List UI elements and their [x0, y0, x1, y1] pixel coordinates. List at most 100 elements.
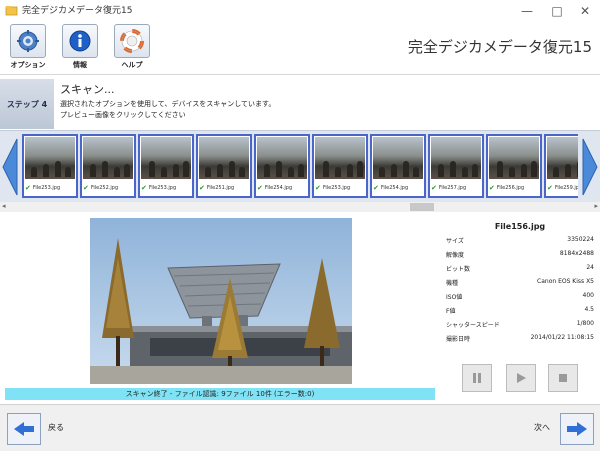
- app-title: 完全デジカメデータ復元15: [407, 38, 592, 56]
- horizontal-scrollbar[interactable]: ◂ ▸: [0, 202, 600, 212]
- scroll-right-icon[interactable]: ▸: [594, 202, 598, 210]
- property-value: 1/800: [576, 320, 594, 327]
- scroll-left-icon[interactable]: ◂: [2, 202, 6, 210]
- window-title: 完全デジカメデータ復元15: [22, 6, 133, 16]
- thumbnail-caption: ✔ File251.jpg: [199, 181, 249, 195]
- maximize-button[interactable]: □: [542, 0, 572, 22]
- thumbnail-item[interactable]: ✔ File254.jpg: [370, 134, 426, 198]
- property-key: サイズ: [446, 238, 464, 245]
- thumbnail-figure: [90, 164, 96, 177]
- thumbnail-figure: [553, 167, 559, 177]
- thumbnail-list: ✔ File253.jpg ✔ File252.jpg ✔ File253.jpg ✔ Fil…: [22, 134, 578, 200]
- thumbnail-item[interactable]: ✔File259.jpg: [544, 134, 578, 198]
- check-icon[interactable]: ✔: [25, 184, 31, 192]
- stop-icon: [559, 374, 567, 382]
- property-key: 解像度: [446, 252, 465, 259]
- check-icon[interactable]: ✔: [141, 184, 147, 192]
- step-badge: ステップ 4: [0, 79, 54, 129]
- thumbnail-item[interactable]: ✔ File253.jpg: [312, 134, 368, 198]
- thumbnail-filename: File253.jpg: [322, 185, 351, 191]
- thumbnail-figure: [205, 167, 211, 177]
- preview-image[interactable]: [90, 218, 352, 384]
- thumbnail-figure: [229, 161, 235, 177]
- scrollbar-thumb[interactable]: [410, 203, 434, 211]
- options-button[interactable]: オプション: [6, 24, 50, 72]
- property-key: ISO値: [446, 294, 463, 301]
- play-button[interactable]: [506, 364, 536, 392]
- thumbnail-filename: File254.jpg: [264, 185, 293, 191]
- thumbnail-figure: [114, 167, 120, 177]
- thumbnail-caption: ✔ File254.jpg: [373, 181, 423, 195]
- thumbnail-strip: ✔ File253.jpg ✔ File252.jpg ✔ File253.jpg ✔ Fil…: [0, 130, 600, 204]
- help-label: ヘルプ: [121, 61, 143, 69]
- file-name: File156.jpg: [494, 222, 546, 231]
- thumbnail-figure: [357, 161, 363, 177]
- info-button[interactable]: 情報: [58, 24, 102, 72]
- check-icon[interactable]: ✔: [199, 184, 205, 192]
- toolbar: オプション 情報 ヘルプ 完全デジカメデータ復元15: [0, 22, 600, 74]
- thumbnail-image: [373, 137, 423, 179]
- thumbnail-caption: ✔ File257.jpg: [431, 181, 481, 195]
- gear-icon: [10, 24, 46, 58]
- thumbnail-item[interactable]: ✔ File253.jpg: [138, 134, 194, 198]
- thumbnail-item[interactable]: ✔ File257.jpg: [428, 134, 484, 198]
- next-button[interactable]: [560, 413, 594, 445]
- title-bar: 完全デジカメデータ復元15 — □ ✕: [0, 0, 600, 23]
- minimize-button[interactable]: —: [512, 0, 542, 22]
- thumbnail-item[interactable]: ✔ File251.jpg: [196, 134, 252, 198]
- help-button[interactable]: ヘルプ: [110, 24, 154, 72]
- thumbnail-figure: [288, 167, 294, 177]
- thumbnail-figure: [497, 161, 503, 177]
- lifebuoy-icon: [114, 24, 150, 58]
- property-row: 機種 Canon EOS Kiss X5: [446, 278, 594, 292]
- thumbnail-figure: [102, 161, 108, 177]
- pause-button[interactable]: [462, 364, 492, 392]
- scroll-left-arrow-icon[interactable]: [2, 137, 18, 197]
- check-icon[interactable]: ✔: [431, 184, 437, 192]
- thumbnail-figure: [509, 167, 515, 177]
- check-icon[interactable]: ✔: [373, 184, 379, 192]
- preview-panel: スキャン終了 - ファイル認識: 9ファイル 10件 (エラー数:0) File…: [0, 212, 600, 404]
- check-icon[interactable]: ✔: [257, 184, 263, 192]
- property-row: ビット数 24: [446, 264, 594, 278]
- back-button[interactable]: [7, 413, 41, 445]
- thumbnail-filename: File259.jpg: [554, 185, 578, 191]
- check-icon[interactable]: ✔: [83, 184, 89, 192]
- thumbnail-figure: [323, 161, 329, 177]
- thumbnail-image: [547, 137, 578, 179]
- property-row: 撮影日時 2014/01/22 11:08:15: [446, 334, 594, 348]
- property-value: 24: [586, 264, 594, 271]
- thumbnail-caption: ✔ File256.jpg: [489, 181, 539, 195]
- thumbnail-figure: [298, 164, 304, 177]
- close-button[interactable]: ✕: [570, 0, 600, 22]
- property-value: 4.5: [584, 306, 594, 313]
- property-key: シャッタースピード: [446, 322, 500, 329]
- check-icon[interactable]: ✔: [547, 184, 553, 192]
- thumbnail-image: [25, 137, 75, 179]
- scan-status-bar: スキャン終了 - ファイル認識: 9ファイル 10件 (エラー数:0): [5, 388, 435, 400]
- property-key: 撮影日時: [446, 336, 471, 343]
- check-icon[interactable]: ✔: [489, 184, 495, 192]
- thumbnail-figure: [413, 167, 419, 177]
- thumbnail-filename: File253.jpg: [32, 185, 61, 191]
- thumbnail-item[interactable]: ✔ File252.jpg: [80, 134, 136, 198]
- thumbnail-figure: [472, 164, 478, 177]
- thumbnail-item[interactable]: ✔ File256.jpg: [486, 134, 542, 198]
- info-label: 情報: [73, 61, 87, 69]
- thumbnail-figure: [217, 164, 223, 177]
- thumbnail-item[interactable]: ✔ File254.jpg: [254, 134, 310, 198]
- thumbnail-figure: [391, 164, 397, 177]
- stop-button[interactable]: [548, 364, 578, 392]
- thumbnail-image: [83, 137, 133, 179]
- thumbnail-item[interactable]: ✔ File253.jpg: [22, 134, 78, 198]
- property-key: ビット数: [446, 266, 471, 273]
- thumbnail-figure: [31, 167, 37, 177]
- thumbnail-figure: [65, 167, 71, 177]
- info-icon: [62, 24, 98, 58]
- thumbnail-figure: [43, 164, 49, 177]
- check-icon[interactable]: ✔: [315, 184, 321, 192]
- thumbnail-figure: [183, 161, 189, 177]
- scroll-right-arrow-icon[interactable]: [582, 137, 598, 197]
- property-row: シャッタースピード 1/800: [446, 320, 594, 334]
- step-description: 選択されたオプションを使用して、デバイスをスキャンしています。: [60, 100, 276, 108]
